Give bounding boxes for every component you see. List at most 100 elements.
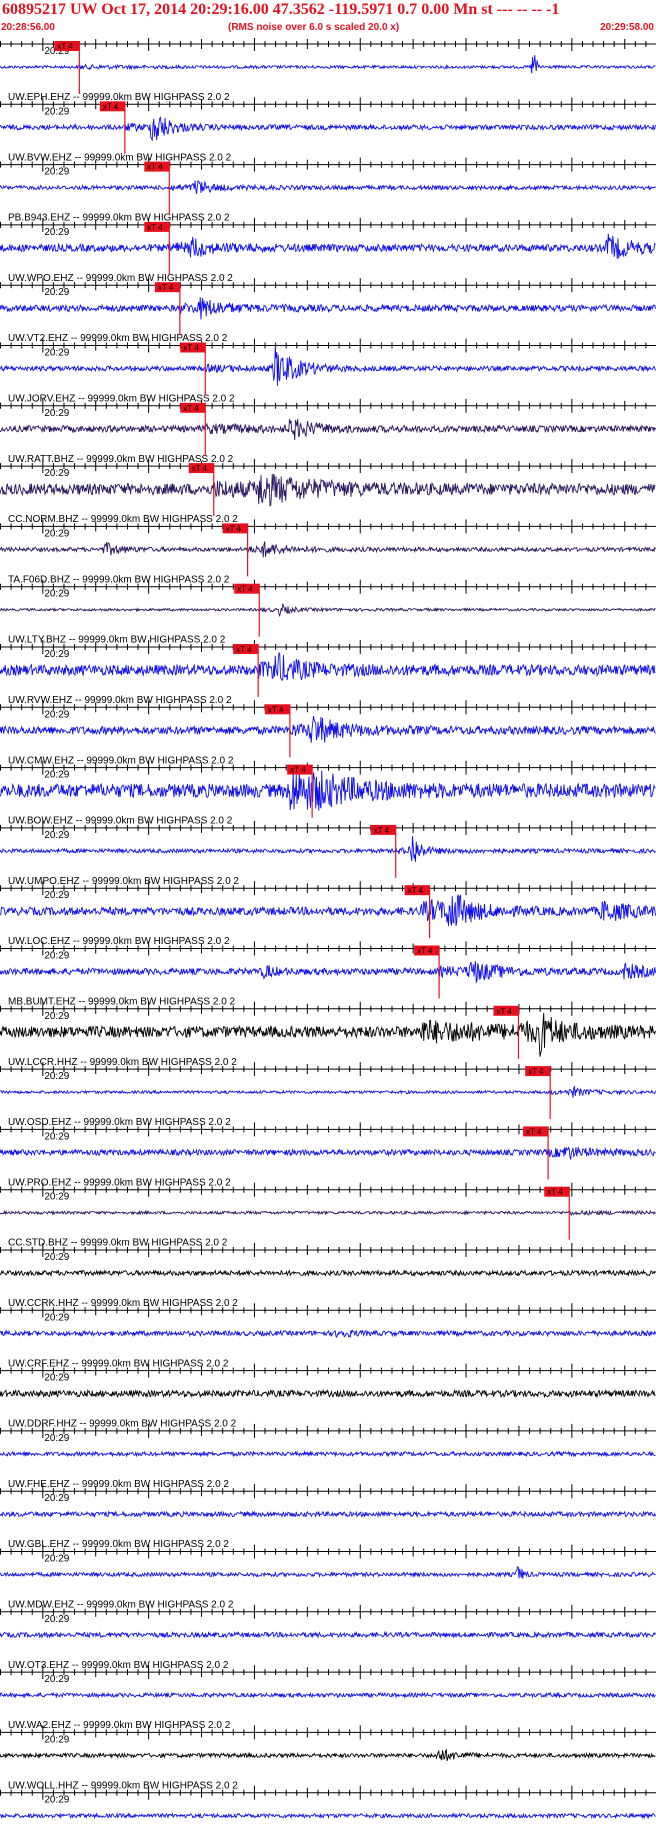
station-label: UW.WA2.EHZ -- 99999.0km BW HIGHPASS 2.0 … (8, 1720, 231, 1731)
tick-label: 20:29 (44, 167, 69, 178)
tick-label: 20:29 (44, 1131, 69, 1142)
tick-label: 20:29 (44, 287, 69, 298)
tick-label: 20:29 (44, 528, 69, 539)
waveform (0, 1748, 656, 1762)
waveform (0, 961, 656, 984)
pick-label: xT 4 (290, 766, 306, 775)
pick-label: xT 4 (192, 464, 208, 473)
station-label: UW.BVW.EHZ -- 99999.0km BW HIGHPASS 2.0 … (8, 152, 232, 163)
waveform (0, 1450, 656, 1458)
waveform (0, 1510, 656, 1519)
station-label: UW.CMW.EHZ -- 99999.0km BW HIGHPASS 2.0 … (8, 755, 234, 766)
tick-label: 20:29 (44, 468, 69, 479)
waveform (0, 1388, 656, 1399)
pick-label: xT 4 (57, 42, 73, 51)
station-label: CC.STD.BHZ -- 99999.0km BW HIGHPASS 2.0 … (8, 1238, 228, 1249)
trace-0: 20:29UW.EPH.EHZ -- 99999.0km BW HIGHPASS… (0, 38, 656, 103)
waveform (0, 180, 656, 194)
waveform (0, 1566, 656, 1579)
tick-label: 20:29 (44, 1433, 69, 1444)
waveform (0, 715, 656, 743)
tick-label: 20:29 (44, 830, 69, 841)
pick-label: xT 4 (183, 344, 199, 353)
trace-25: 20:29 UW.MDW.EHZ -- 99999.0km BW HIGHPASS… (0, 1544, 656, 1611)
station-label: UW.CRF.EHZ -- 99999.0km BW HIGHPASS 2.0 … (8, 1358, 229, 1369)
waveform (0, 1209, 656, 1216)
waveform (0, 541, 656, 558)
tick-label: 20:29 (44, 348, 69, 359)
waveform (0, 836, 656, 862)
tick-label: 20:29 (44, 227, 69, 238)
pick-label: xT 4 (417, 947, 433, 956)
waveform (0, 651, 656, 681)
station-label: UW.OT3.EHZ -- 99999.0km BW HIGHPASS 2.0 … (8, 1660, 229, 1671)
trace-8: 20:29 TA.F06D.BHZ -- 99999.0km BW HIGHPAS… (0, 519, 656, 585)
waveform (0, 1085, 656, 1098)
waveform (0, 296, 656, 320)
tick-label: 20:29 (44, 649, 69, 660)
pick-label: xT 4 (226, 524, 242, 533)
tick-label: 20:29 (44, 951, 69, 962)
tick-label: 20:29 (44, 1614, 69, 1625)
waveform (0, 1812, 656, 1820)
rms-note: (RMS noise over 6.0 s scaled 20.0 x) (228, 22, 400, 33)
waveform (0, 116, 656, 142)
station-label: PB.B943.EHZ -- 99999.0km BW HIGHPASS 2.0… (8, 213, 230, 224)
trace-7: 20:29CC.NORM.BHZ -- 99999.0km BW HIGHPAS… (0, 459, 656, 525)
pick-label: xT 4 (236, 645, 252, 654)
tick-label: 20:29 (44, 1071, 69, 1082)
tick-label: 20:29 (44, 1312, 69, 1323)
trace-11: 20:29 UW.CMW.EHZ -- 99999.0km BW HIGHPASS… (0, 700, 656, 766)
waveform (0, 602, 656, 618)
trace-14: 20:29 UW.LOC.EHZ -- 99999.0km BW HIGHPASS… (0, 881, 656, 947)
trace-21: 20:29 UW.CRF.EHZ -- 99999.0km BW HIGHPASS… (0, 1303, 656, 1369)
pick-label: xT 4 (408, 886, 424, 895)
trace-5: 20:29UW.JORV.EHZ -- 99999.0km BW HIGHPAS… (0, 338, 656, 405)
pick-label: xT 4 (374, 826, 390, 835)
pick-label: xT 4 (158, 283, 174, 292)
trace-18: 20:29 UW.PRO.EHZ -- 99999.0km BW HIGHPASS… (0, 1122, 656, 1188)
tick-label: 20:29 (44, 1373, 69, 1384)
trace-20: 20:29UW.CCRK.HHZ -- 99999.0km BW HIGHPAS… (0, 1243, 656, 1309)
pick-label: xT 4 (528, 1067, 544, 1076)
trace-1: 20:29 UW.BVW.EHZ -- 99999.0km BW HIGHPASS… (0, 97, 656, 163)
trace-27: 20:29 UW.WA2.EHZ -- 99999.0km BW HIGHPASS… (0, 1665, 656, 1731)
waveform (0, 1329, 656, 1339)
trace-13: 20:29UW.UMPO.EHZ -- 99999.0km BW HIGHPAS… (0, 820, 656, 887)
station-label: UW.MDW.EHZ -- 99999.0km BW HIGHPASS 2.0 … (8, 1600, 234, 1611)
trace-3: 20:29 UW.WPO.EHZ -- 99999.0km BW HIGHPASS… (0, 217, 656, 284)
tick-label: 20:29 (44, 1674, 69, 1685)
tick-label: 20:29 (44, 1192, 69, 1203)
tick-label: 20:29 (44, 1252, 69, 1263)
trace-26: 20:29 UW.OT3.EHZ -- 99999.0km BW HIGHPASS… (0, 1604, 656, 1671)
pick-label: xT 4 (147, 223, 163, 232)
trace-10: 20:29 UW.RVW.EHZ -- 99999.0km BW HIGHPASS… (0, 640, 656, 706)
pick-label: xT 4 (183, 404, 199, 413)
trace-6: 20:29UW.RATT.BHZ -- 99999.0km BW HIGHPAS… (0, 398, 656, 465)
tick-label: 20:29 (44, 1554, 69, 1565)
pick-label: xT 4 (103, 102, 119, 111)
trace-19: 20:29 CC.STD.BHZ -- 99999.0km BW HIGHPASS… (0, 1182, 656, 1249)
waveform (0, 346, 656, 386)
event-title: 60895217 UW Oct 17, 2014 20:29:16.00 47.… (2, 1, 560, 18)
station-label: UW.GBL.EHZ -- 99999.0km BW HIGHPASS 2.0 … (8, 1539, 229, 1550)
tick-label: 20:29 (44, 890, 69, 901)
pick-label: xT 4 (547, 1188, 563, 1197)
waveform (0, 1012, 656, 1057)
seismogram-plot: 20:29UW.EPH.EHZ -- 99999.0km BW HIGHPASS… (0, 38, 656, 1820)
waveform (0, 1146, 656, 1161)
trace-22: 20:29 UW.DDRF.HHZ -- 99999.0km BW HIGHPAS… (0, 1363, 656, 1430)
trace-28: 20:29UW.WOLL.HHZ -- 99999.0km BW HIGHPAS… (0, 1725, 656, 1791)
waveform (0, 418, 656, 441)
station-label: UW.LOC.EHZ -- 99999.0km BW HIGHPASS 2.0 … (8, 936, 230, 947)
waveform (0, 473, 656, 507)
pick-label: xT 4 (268, 705, 284, 714)
pick-label: xT 4 (526, 1127, 542, 1136)
station-label: UW.DDRF.HHZ -- 99999.0km BW HIGHPASS 2.0… (8, 1419, 237, 1430)
trace-17: 20:29 UW.OSD.EHZ -- 99999.0km BW HIGHPASS… (0, 1062, 656, 1128)
end-time-label: 20:29:58.00 (600, 22, 654, 33)
station-label: UW.BOW.EHZ -- 99999.0km BW HIGHPASS 2.0 … (8, 816, 233, 827)
station-label: UW.OSD.EHZ -- 99999.0km BW HIGHPASS 2.0 … (8, 1117, 231, 1128)
tick-label: 20:29 (44, 1734, 69, 1745)
station-label: UW.WPO.EHZ -- 99999.0km BW HIGHPASS 2.0 … (8, 273, 233, 284)
